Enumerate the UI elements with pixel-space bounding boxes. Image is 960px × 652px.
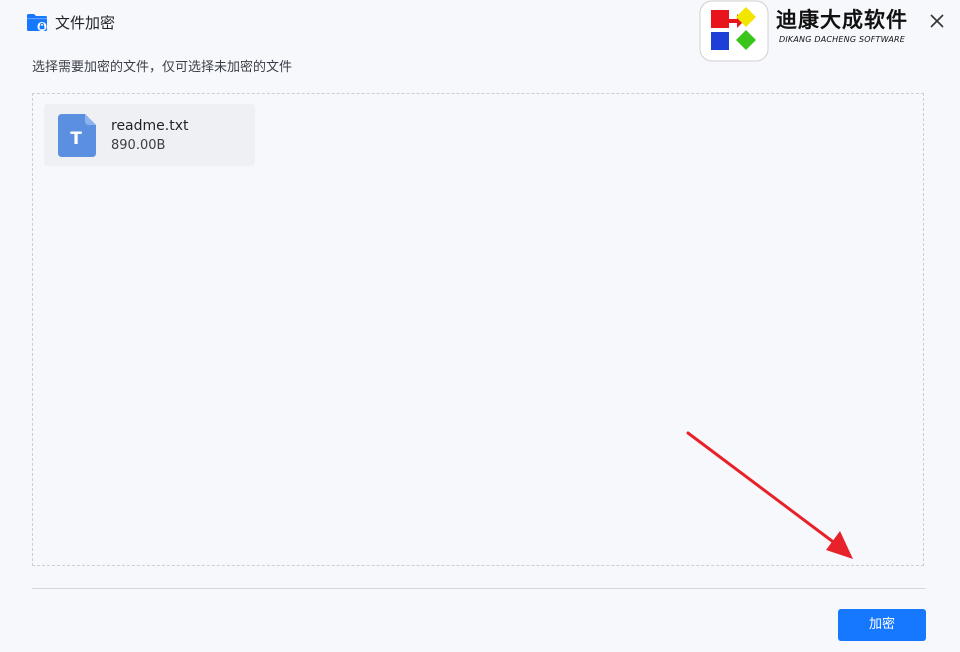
file-icon-letter: T [70,129,82,149]
file-encrypt-dialog: 文件加密 迪康大成软件 DIKANG DACHENG SOFTWARE 选择需要… [0,0,960,652]
close-icon[interactable] [926,10,948,32]
selection-hint: 选择需要加密的文件，仅可选择未加密的文件 [32,60,293,75]
title-bar: 文件加密 迪康大成软件 DIKANG DACHENG SOFTWARE [0,0,960,62]
dikang-logo [699,0,769,62]
brand-subtitle: DIKANG DACHENG SOFTWARE [779,35,906,44]
brand-name: 迪康大成软件 [776,8,908,32]
encrypt-button[interactable]: 加密 [838,609,926,641]
file-drop-zone[interactable]: T readme.txt 890.00B [32,93,924,566]
file-item[interactable]: T readme.txt 890.00B [44,104,255,166]
footer-divider [32,588,926,589]
dialog-title: 文件加密 [55,14,116,32]
file-name: readme.txt [111,118,189,134]
file-size: 890.00B [111,138,166,153]
folder-lock-icon [27,14,47,32]
text-file-icon: T [58,114,96,157]
